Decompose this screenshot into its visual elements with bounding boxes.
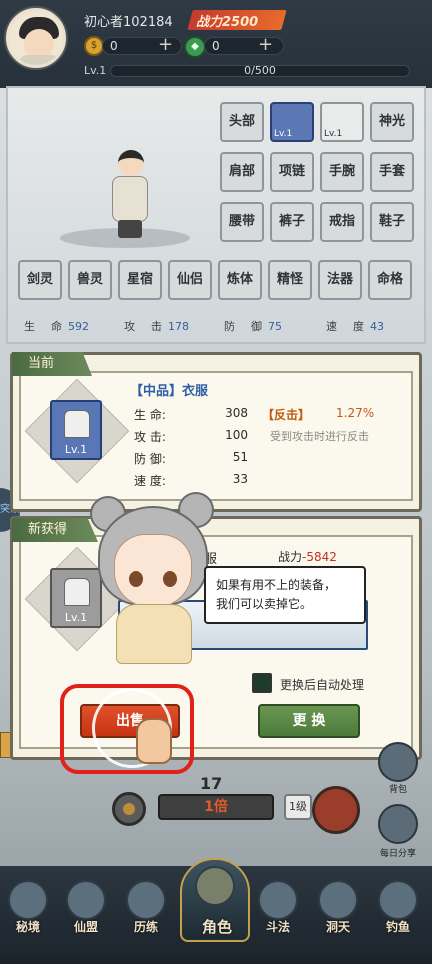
current-item-icon[interactable]: Lv.1	[50, 400, 102, 460]
slot-necklace[interactable]: 项链	[270, 152, 314, 192]
currency-value-2: 0	[212, 39, 220, 53]
player-level: Lv.1	[84, 64, 107, 77]
slot-shoulder[interactable]: 肩部	[220, 152, 264, 192]
current-special-name: 【反击】	[262, 408, 311, 422]
add-currency-2-button[interactable]: +	[258, 36, 273, 54]
slot-belt[interactable]: 腰带	[220, 202, 264, 242]
currency-value-1: 0	[110, 39, 118, 53]
current-stat-attack: 攻 击: 100	[134, 428, 248, 444]
current-special-desc: 受到攻击时进行反击	[270, 430, 369, 443]
bag-label: 背包	[388, 785, 407, 795]
share-icon[interactable]	[378, 804, 418, 844]
stat-hp: 生命592	[24, 320, 89, 333]
character-icon	[195, 866, 235, 906]
current-stat-hp: 生 命: 308	[134, 406, 248, 422]
power-text: 战力2500	[196, 15, 259, 30]
tutorial-line-1: 如果有用不上的装备，	[216, 578, 337, 592]
nav-secret-realm[interactable]: 秘境	[0, 874, 56, 938]
auto-process-label: 更换后自动处理	[280, 678, 365, 692]
nav-character[interactable]: 角色	[180, 858, 250, 942]
slot-gloves[interactable]: 手套	[370, 152, 414, 192]
player-name: 初心者102184	[84, 15, 173, 30]
level-button[interactable]: 1级	[284, 794, 312, 820]
current-stat-defense: 防 御: 51	[134, 450, 248, 466]
slot-clothes[interactable]: Lv.1	[270, 102, 314, 142]
nav-guild[interactable]: 仙盟	[58, 874, 114, 938]
nav-fishing[interactable]: 钓鱼	[370, 874, 426, 938]
exp-text: 0/500	[244, 64, 276, 77]
nav-cave[interactable]: 洞天	[310, 874, 366, 938]
nav-training[interactable]: 历练	[118, 874, 174, 938]
nav-duel[interactable]: 斗法	[250, 874, 306, 938]
tutorial-bubble: 如果有用不上的装备， 我们可以卖掉它。	[204, 566, 366, 624]
guild-icon	[66, 880, 106, 920]
slot-goblin[interactable]: 精怪	[268, 260, 312, 300]
slot-ring[interactable]: 戒指	[320, 202, 364, 242]
shirt-icon	[64, 578, 90, 606]
share-label: 每日分享	[379, 849, 416, 859]
slot-companion[interactable]: 仙侣	[168, 260, 212, 300]
slot-wrist[interactable]: 手腕	[320, 152, 364, 192]
add-currency-1-button[interactable]: +	[158, 36, 173, 54]
stat-speed: 速度43	[326, 320, 384, 333]
character-model	[100, 150, 160, 240]
secret-realm-icon	[8, 880, 48, 920]
bag-icon[interactable]	[378, 742, 418, 782]
current-special-pct: 1.27%	[336, 406, 375, 420]
tutorial-line-2: 我们可以卖掉它。	[216, 597, 313, 611]
current-stat-speed: 速 度: 33	[134, 472, 248, 488]
slot-weapon[interactable]: Lv.1	[320, 102, 364, 142]
gear-icon[interactable]	[112, 792, 146, 826]
slot-constellation[interactable]: 星宿	[118, 260, 162, 300]
slot-beast-spirit[interactable]: 兽灵	[68, 260, 112, 300]
new-tab-label: 新获得	[12, 518, 98, 542]
pointer-hand-icon	[136, 718, 172, 764]
replace-button[interactable]: 更 换	[258, 704, 360, 738]
cauldron-icon[interactable]	[312, 786, 360, 834]
slot-fate[interactable]: 命格	[368, 260, 412, 300]
current-tab-label: 当前	[12, 352, 92, 376]
stat-attack: 攻击178	[124, 320, 189, 333]
player-avatar[interactable]	[6, 8, 66, 68]
auto-process-checkbox[interactable]	[252, 673, 272, 693]
duel-icon	[258, 880, 298, 920]
stat-defense: 防御75	[224, 320, 282, 333]
slot-head[interactable]: 头部	[220, 102, 264, 142]
cave-icon	[318, 880, 358, 920]
fishing-icon	[378, 880, 418, 920]
slot-artifact[interactable]: 法器	[318, 260, 362, 300]
guide-girl	[90, 490, 220, 670]
slot-divine-light[interactable]: 神光	[370, 102, 414, 142]
stage-number: 17	[200, 774, 223, 793]
jade-icon: ◆	[184, 36, 206, 58]
slot-shoes[interactable]: 鞋子	[370, 202, 414, 242]
shirt-icon	[64, 410, 90, 438]
current-item-name: 【中品】衣服	[130, 384, 209, 399]
coin-icon: $	[84, 36, 104, 56]
slot-body-refine[interactable]: 炼体	[218, 260, 262, 300]
slot-pants[interactable]: 裤子	[270, 202, 314, 242]
slot-sword-spirit[interactable]: 剑灵	[18, 260, 62, 300]
training-icon	[126, 880, 166, 920]
new-item-power: 战力-5842	[278, 550, 337, 564]
multiplier-box[interactable]: 1倍	[158, 794, 274, 820]
